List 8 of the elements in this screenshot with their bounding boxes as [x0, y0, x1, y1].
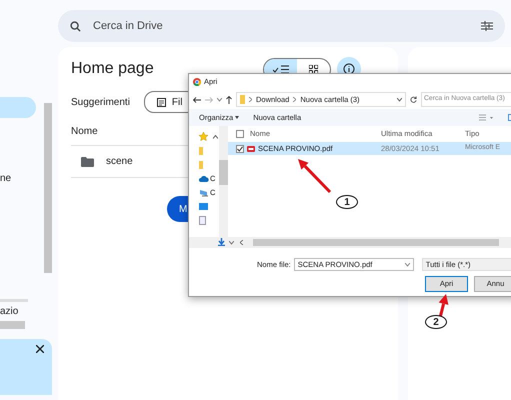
file-name[interactable]: scene: [106, 154, 133, 169]
section-label: Suggerimenti: [71, 96, 130, 110]
page-title: Home page: [71, 59, 155, 79]
sidebar-item[interactable]: ne: [0, 173, 58, 185]
search-field[interactable]: Cerca in Drive: [58, 10, 505, 42]
sidebar-item[interactable]: azio: [0, 306, 58, 318]
column-header: Nome: [71, 126, 98, 137]
search-placeholder: Cerca in Drive: [93, 18, 164, 34]
